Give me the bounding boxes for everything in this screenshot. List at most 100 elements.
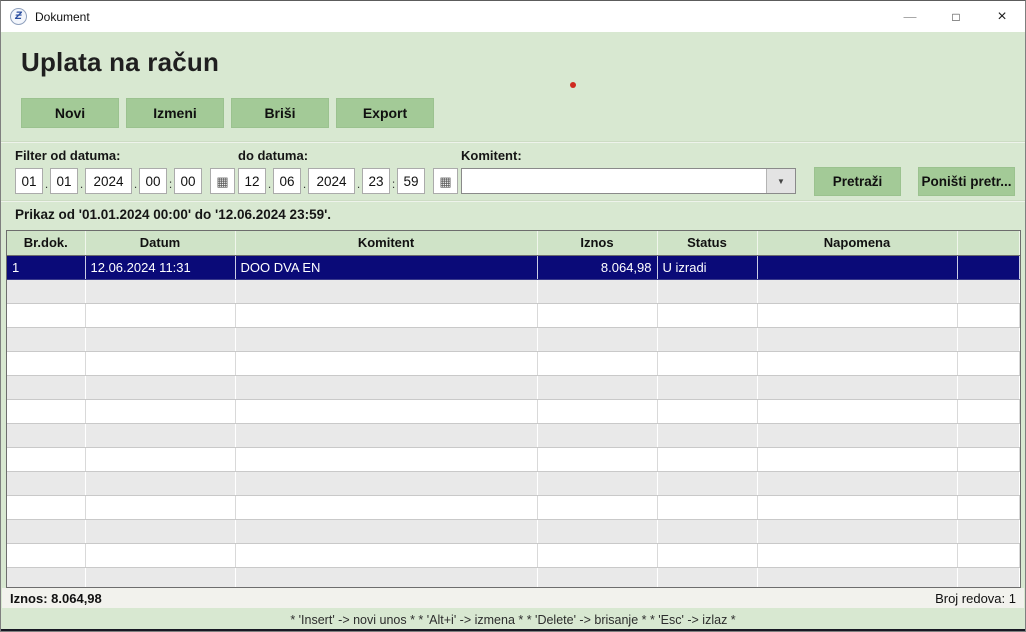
date-separator: . xyxy=(43,177,50,194)
empty-cell xyxy=(7,327,85,351)
to-minute-field[interactable] xyxy=(397,168,425,194)
table-row[interactable] xyxy=(7,543,1020,567)
empty-cell xyxy=(235,351,537,375)
empty-cell xyxy=(757,375,957,399)
table-row-selected[interactable]: 1 12.06.2024 11:31 DOO DVA EN 8.064,98 U… xyxy=(7,255,1020,279)
cell-status[interactable]: U izradi xyxy=(657,255,757,279)
komitent-label: Komitent: xyxy=(461,148,522,163)
table-row[interactable] xyxy=(7,423,1020,447)
edit-button[interactable]: Izmeni xyxy=(126,98,224,128)
table-body: 1 12.06.2024 11:31 DOO DVA EN 8.064,98 U… xyxy=(7,255,1020,588)
empty-cell xyxy=(235,543,537,567)
empty-cell xyxy=(957,279,1020,303)
minimize-icon[interactable]: — xyxy=(887,1,933,32)
cell-datum[interactable]: 12.06.2024 11:31 xyxy=(85,255,235,279)
table-row[interactable] xyxy=(7,567,1020,588)
to-day-field[interactable] xyxy=(238,168,266,194)
from-year-field[interactable] xyxy=(85,168,132,194)
table-row[interactable] xyxy=(7,327,1020,351)
page-title: Uplata na račun xyxy=(21,47,219,78)
separator-line xyxy=(1,141,1025,143)
app-window: Ƶ Dokument — □ × Uplata na račun Novi Iz… xyxy=(0,0,1026,632)
to-hour-field[interactable] xyxy=(362,168,390,194)
column-header-napomena[interactable]: Napomena xyxy=(757,231,957,255)
date-separator: . xyxy=(355,177,362,194)
new-button[interactable]: Novi xyxy=(21,98,119,128)
empty-cell xyxy=(957,303,1020,327)
empty-cell xyxy=(757,399,957,423)
cell-extra[interactable] xyxy=(957,255,1020,279)
column-header-datum[interactable]: Datum xyxy=(85,231,235,255)
to-month-field[interactable] xyxy=(273,168,301,194)
empty-cell xyxy=(7,423,85,447)
table-row[interactable] xyxy=(7,351,1020,375)
table-row[interactable] xyxy=(7,495,1020,519)
empty-cell xyxy=(757,447,957,471)
table-row[interactable] xyxy=(7,471,1020,495)
table-row[interactable] xyxy=(7,303,1020,327)
date-separator: . xyxy=(132,177,139,194)
from-minute-field[interactable] xyxy=(174,168,202,194)
empty-cell xyxy=(657,279,757,303)
from-hour-field[interactable] xyxy=(139,168,167,194)
empty-cell xyxy=(757,471,957,495)
from-day-field[interactable] xyxy=(15,168,43,194)
empty-cell xyxy=(757,279,957,303)
cell-br-dok[interactable]: 1 xyxy=(7,255,85,279)
range-info-text: Prikaz od '01.01.2024 00:00' do '12.06.2… xyxy=(15,207,331,222)
komitent-input[interactable] xyxy=(462,169,766,193)
column-header-status[interactable]: Status xyxy=(657,231,757,255)
table-header-row: Br.dok. Datum Komitent Iznos Status Napo… xyxy=(7,231,1020,255)
empty-cell xyxy=(85,279,235,303)
empty-cell xyxy=(957,351,1020,375)
empty-cell xyxy=(7,303,85,327)
empty-cell xyxy=(757,519,957,543)
empty-cell xyxy=(85,519,235,543)
close-icon[interactable]: × xyxy=(979,1,1025,32)
total-amount-label: Iznos: 8.064,98 xyxy=(10,591,102,606)
from-calendar-icon[interactable]: ▦ xyxy=(210,168,235,194)
cell-komitent[interactable]: DOO DVA EN xyxy=(235,255,537,279)
empty-cell xyxy=(7,543,85,567)
table-row[interactable] xyxy=(7,519,1020,543)
delete-button[interactable]: Briši xyxy=(231,98,329,128)
empty-cell xyxy=(537,519,657,543)
empty-cell xyxy=(7,279,85,303)
red-dot-marker xyxy=(570,82,576,88)
to-year-field[interactable] xyxy=(308,168,355,194)
empty-cell xyxy=(757,543,957,567)
from-month-field[interactable] xyxy=(50,168,78,194)
column-header-extra[interactable] xyxy=(957,231,1020,255)
chevron-down-icon[interactable]: ▼ xyxy=(766,169,795,193)
empty-cell xyxy=(957,543,1020,567)
empty-cell xyxy=(85,567,235,588)
empty-cell xyxy=(235,567,537,588)
table-row[interactable] xyxy=(7,399,1020,423)
window-controls: — □ × xyxy=(887,1,1025,32)
table-row[interactable] xyxy=(7,279,1020,303)
to-date-group: . . . : ▦ xyxy=(238,168,458,194)
empty-cell xyxy=(85,351,235,375)
export-button[interactable]: Export xyxy=(336,98,434,128)
column-header-komitent[interactable]: Komitent xyxy=(235,231,537,255)
empty-cell xyxy=(7,567,85,588)
empty-cell xyxy=(757,567,957,588)
empty-cell xyxy=(657,375,757,399)
cell-napomena[interactable] xyxy=(757,255,957,279)
search-button[interactable]: Pretraži xyxy=(814,167,901,196)
empty-cell xyxy=(7,447,85,471)
column-header-iznos[interactable]: Iznos xyxy=(537,231,657,255)
cell-iznos[interactable]: 8.064,98 xyxy=(537,255,657,279)
empty-cell xyxy=(537,447,657,471)
empty-cell xyxy=(7,375,85,399)
komitent-combobox[interactable]: ▼ xyxy=(461,168,796,194)
empty-cell xyxy=(657,423,757,447)
empty-cell xyxy=(957,495,1020,519)
reset-search-button[interactable]: Poništi pretr... xyxy=(918,167,1015,196)
empty-cell xyxy=(757,303,957,327)
to-calendar-icon[interactable]: ▦ xyxy=(433,168,458,194)
maximize-icon[interactable]: □ xyxy=(933,1,979,32)
table-row[interactable] xyxy=(7,447,1020,471)
table-row[interactable] xyxy=(7,375,1020,399)
column-header-br-dok[interactable]: Br.dok. xyxy=(7,231,85,255)
